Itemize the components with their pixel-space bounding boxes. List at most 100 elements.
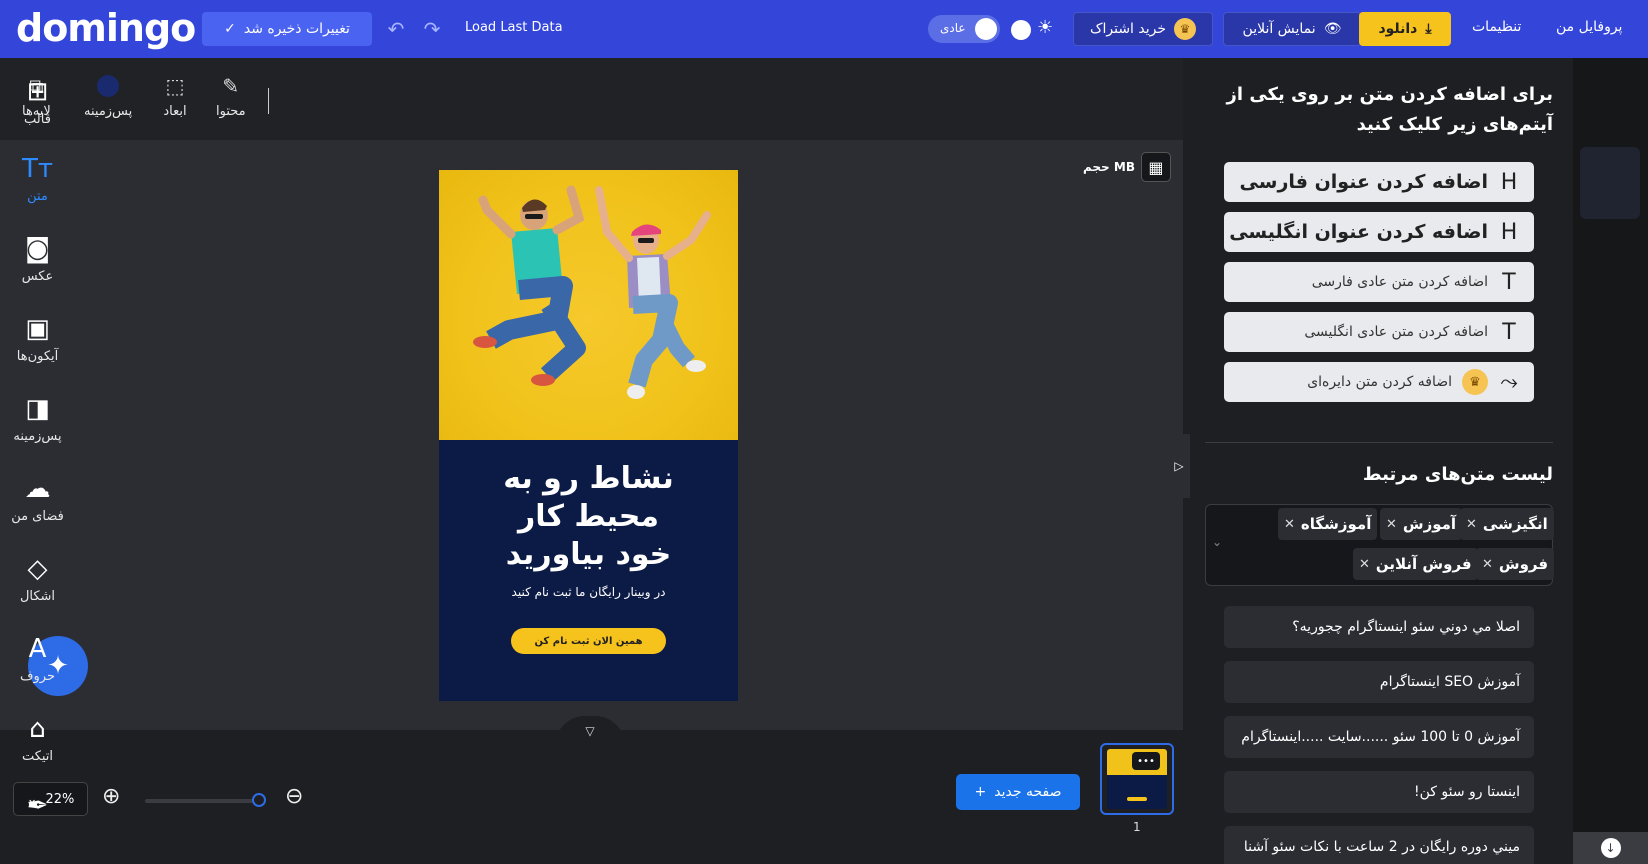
related-texts-title: لیست متن‌های مرتبط — [1362, 464, 1553, 485]
side-nav-label: فضای من — [11, 509, 64, 524]
design-cta-button[interactable]: همین الان ثبت نام کن — [511, 628, 666, 654]
tag-chip[interactable]: آموزش ✕ — [1380, 508, 1463, 540]
load-last-data-link[interactable]: Load Last Data — [465, 20, 563, 35]
template-icon: ⊞ — [26, 77, 49, 107]
close-icon[interactable]: ✕ — [1386, 517, 1397, 532]
add-persian-body-label: اضافه کردن متن عادی فارسی — [1311, 274, 1488, 290]
image-icon: ◙ — [24, 234, 51, 264]
side-nav-active-highlight — [1580, 147, 1640, 219]
side-nav-shapes[interactable]: ◇ اشکال — [0, 555, 75, 604]
plus-icon: + — [974, 784, 987, 800]
content-label: محتوا — [216, 104, 246, 119]
side-nav-icons[interactable]: ▣ آیکون‌ها — [0, 315, 75, 364]
redo-icon[interactable]: ↷ — [420, 17, 444, 41]
background-icon: ◨ — [25, 394, 50, 424]
side-nav-text[interactable]: Tт متن — [0, 155, 75, 204]
side-nav-my-space[interactable]: ☁ فضای من — [0, 475, 75, 524]
side-nav-stickers[interactable]: ⌂ اتیکت — [0, 715, 75, 764]
close-icon[interactable]: ✕ — [1482, 557, 1493, 572]
tag-chip[interactable]: فروش آنلاین ✕ — [1353, 548, 1478, 580]
editor-toolbar: ⧉ لایه‌ها پس‌زمینه ⬚ ابعاد ✎ محتوا — [0, 58, 1183, 140]
close-icon[interactable]: ✕ — [1284, 517, 1295, 532]
heading-icon: H — [1500, 169, 1518, 195]
design-subtitle[interactable]: در وبینار رایگان ما ثبت نام کنید — [439, 585, 738, 599]
add-circular-text-label: اضافه کردن متن دایره‌ای — [1307, 374, 1452, 390]
mode-toggle[interactable]: عادی — [928, 15, 1000, 43]
text-icon: T — [1502, 319, 1516, 345]
side-nav-fonts[interactable]: A حروف — [0, 635, 75, 684]
settings-link[interactable]: تنظیمات — [1472, 19, 1521, 35]
chevron-down-icon: ▽ — [585, 724, 595, 738]
tag-chip[interactable]: فروش ✕ — [1476, 548, 1555, 580]
close-icon[interactable]: ✕ — [1359, 557, 1370, 572]
design-canvas[interactable]: نشاط رو به محیط کار خود بیاورید در وبینا… — [439, 170, 738, 701]
add-english-heading-label: اضافه کردن عنوان انگلیسی — [1229, 221, 1488, 243]
side-nav-photo[interactable]: ◙ عکس — [0, 235, 75, 284]
add-english-body-text-button[interactable]: اضافه کردن متن عادی انگلیسی T — [1224, 312, 1534, 352]
content-tool[interactable]: ✎ محتوا — [216, 74, 246, 119]
subscribe-label: خرید اشتراک — [1089, 21, 1167, 37]
related-text-item[interactable]: اینستا رو سئو کن! — [1224, 771, 1534, 813]
related-text-item[interactable]: آموزش SEO اینستاگرام — [1224, 661, 1534, 703]
file-size-chip[interactable]: حجم MB ▦ — [1083, 152, 1171, 182]
zoom-slider-track[interactable] — [145, 799, 260, 803]
add-persian-heading-button[interactable]: اضافه کردن عنوان فارسی H — [1224, 162, 1534, 202]
related-text-item[interactable]: میني دوره رایگان در 2 ساعت با نکات سئو آ… — [1224, 826, 1534, 864]
zoom-out-icon[interactable]: ⊖ — [285, 784, 303, 809]
sun-icon[interactable]: ☀ — [1037, 17, 1053, 38]
design-headline[interactable]: نشاط رو به محیط کار خود بیاورید — [439, 460, 738, 574]
related-text-item[interactable]: آموزش 0 تا 100 سئو ......سایت .....اینست… — [1224, 716, 1534, 758]
add-english-heading-button[interactable]: اضافه کردن عنوان انگلیسی H — [1224, 212, 1534, 252]
add-english-body-label: اضافه کردن متن عادی انگلیسی — [1304, 324, 1488, 340]
crown-icon: ♛ — [1174, 18, 1197, 40]
dimensions-label: ابعاد — [163, 104, 187, 119]
side-nav-feather[interactable]: ✒ — [0, 792, 75, 820]
profile-link[interactable]: پروفایل من — [1556, 19, 1622, 35]
subscribe-button[interactable]: خرید اشتراک ♛ — [1073, 12, 1213, 46]
resize-icon: ⬚ — [165, 74, 185, 98]
mode-toggle-label: عادی — [940, 21, 966, 35]
chevron-down-icon[interactable]: ⌄ — [1212, 535, 1222, 549]
tag-label: فروش آنلاین — [1375, 555, 1472, 573]
side-nav-template[interactable]: ⊞ قالب — [0, 78, 75, 127]
dimensions-tool[interactable]: ⬚ ابعاد — [163, 74, 187, 119]
side-nav-background[interactable]: ◨ پس‌زمینه — [0, 395, 75, 444]
related-text-item[interactable]: اصلا مي دوني سئو اينستاگرام چجوريه؟ — [1224, 606, 1534, 648]
saved-status-button[interactable]: ✓ تغییرات ذخیره شد — [202, 12, 372, 46]
feather-icon: ✒ — [26, 791, 49, 821]
new-page-button[interactable]: + صفحه جدید — [956, 774, 1080, 810]
shapes-icon: ◇ — [27, 554, 48, 584]
close-icon[interactable]: ✕ — [1466, 517, 1477, 532]
add-persian-heading-label: اضافه کردن عنوان فارسی — [1239, 171, 1488, 193]
app-logo[interactable]: domingo — [16, 6, 196, 50]
file-size-label: حجم MB — [1083, 160, 1135, 174]
zoom-in-icon[interactable]: ⊕ — [102, 784, 120, 809]
cloud-upload-icon: ☁ — [24, 474, 51, 504]
font-icon: A — [28, 634, 47, 664]
add-persian-body-text-button[interactable]: اضافه کردن متن عادی فارسی T — [1224, 262, 1534, 302]
tag-label: فروش — [1498, 555, 1549, 573]
panel-collapse-toggle[interactable]: ▷ — [1168, 434, 1190, 498]
online-preview-button[interactable]: نمایش آنلاین 👁 — [1223, 12, 1361, 46]
edit-icon: ✎ — [222, 74, 240, 98]
add-circular-text-button[interactable]: اضافه کردن متن دایره‌ای ♛ ⤳ — [1224, 362, 1534, 402]
jumping-people-illustration — [473, 185, 711, 399]
side-nav-label: عکس — [21, 269, 54, 284]
eye-icon: 👁 — [1323, 21, 1342, 37]
side-nav-scroll-down[interactable]: ↓ — [1573, 832, 1648, 864]
background-tool[interactable]: پس‌زمینه — [84, 74, 132, 119]
side-nav-label: حروف — [20, 669, 55, 684]
theme-toggle[interactable] — [1011, 20, 1031, 40]
undo-icon[interactable]: ↶ — [384, 17, 408, 41]
zoom-slider-thumb[interactable] — [252, 793, 266, 807]
more-options-icon[interactable]: ••• — [1132, 752, 1160, 770]
text-icon: T — [1502, 269, 1516, 295]
side-nav-label: آیکون‌ها — [16, 349, 59, 364]
tag-chip[interactable]: انگیزشی ✕ — [1460, 508, 1554, 540]
top-bar: domingo ✓ تغییرات ذخیره شد ↶ ↷ Load Last… — [0, 0, 1648, 58]
panel-intro-text: برای اضافه کردن متن بر روی یکی از آیتم‌ه… — [1226, 84, 1553, 135]
design-photo[interactable] — [439, 170, 738, 440]
toolbar-divider — [268, 88, 269, 114]
download-button[interactable]: دانلود ⤓ — [1359, 12, 1451, 46]
tag-chip[interactable]: آموزشگاه ✕ — [1278, 508, 1378, 540]
